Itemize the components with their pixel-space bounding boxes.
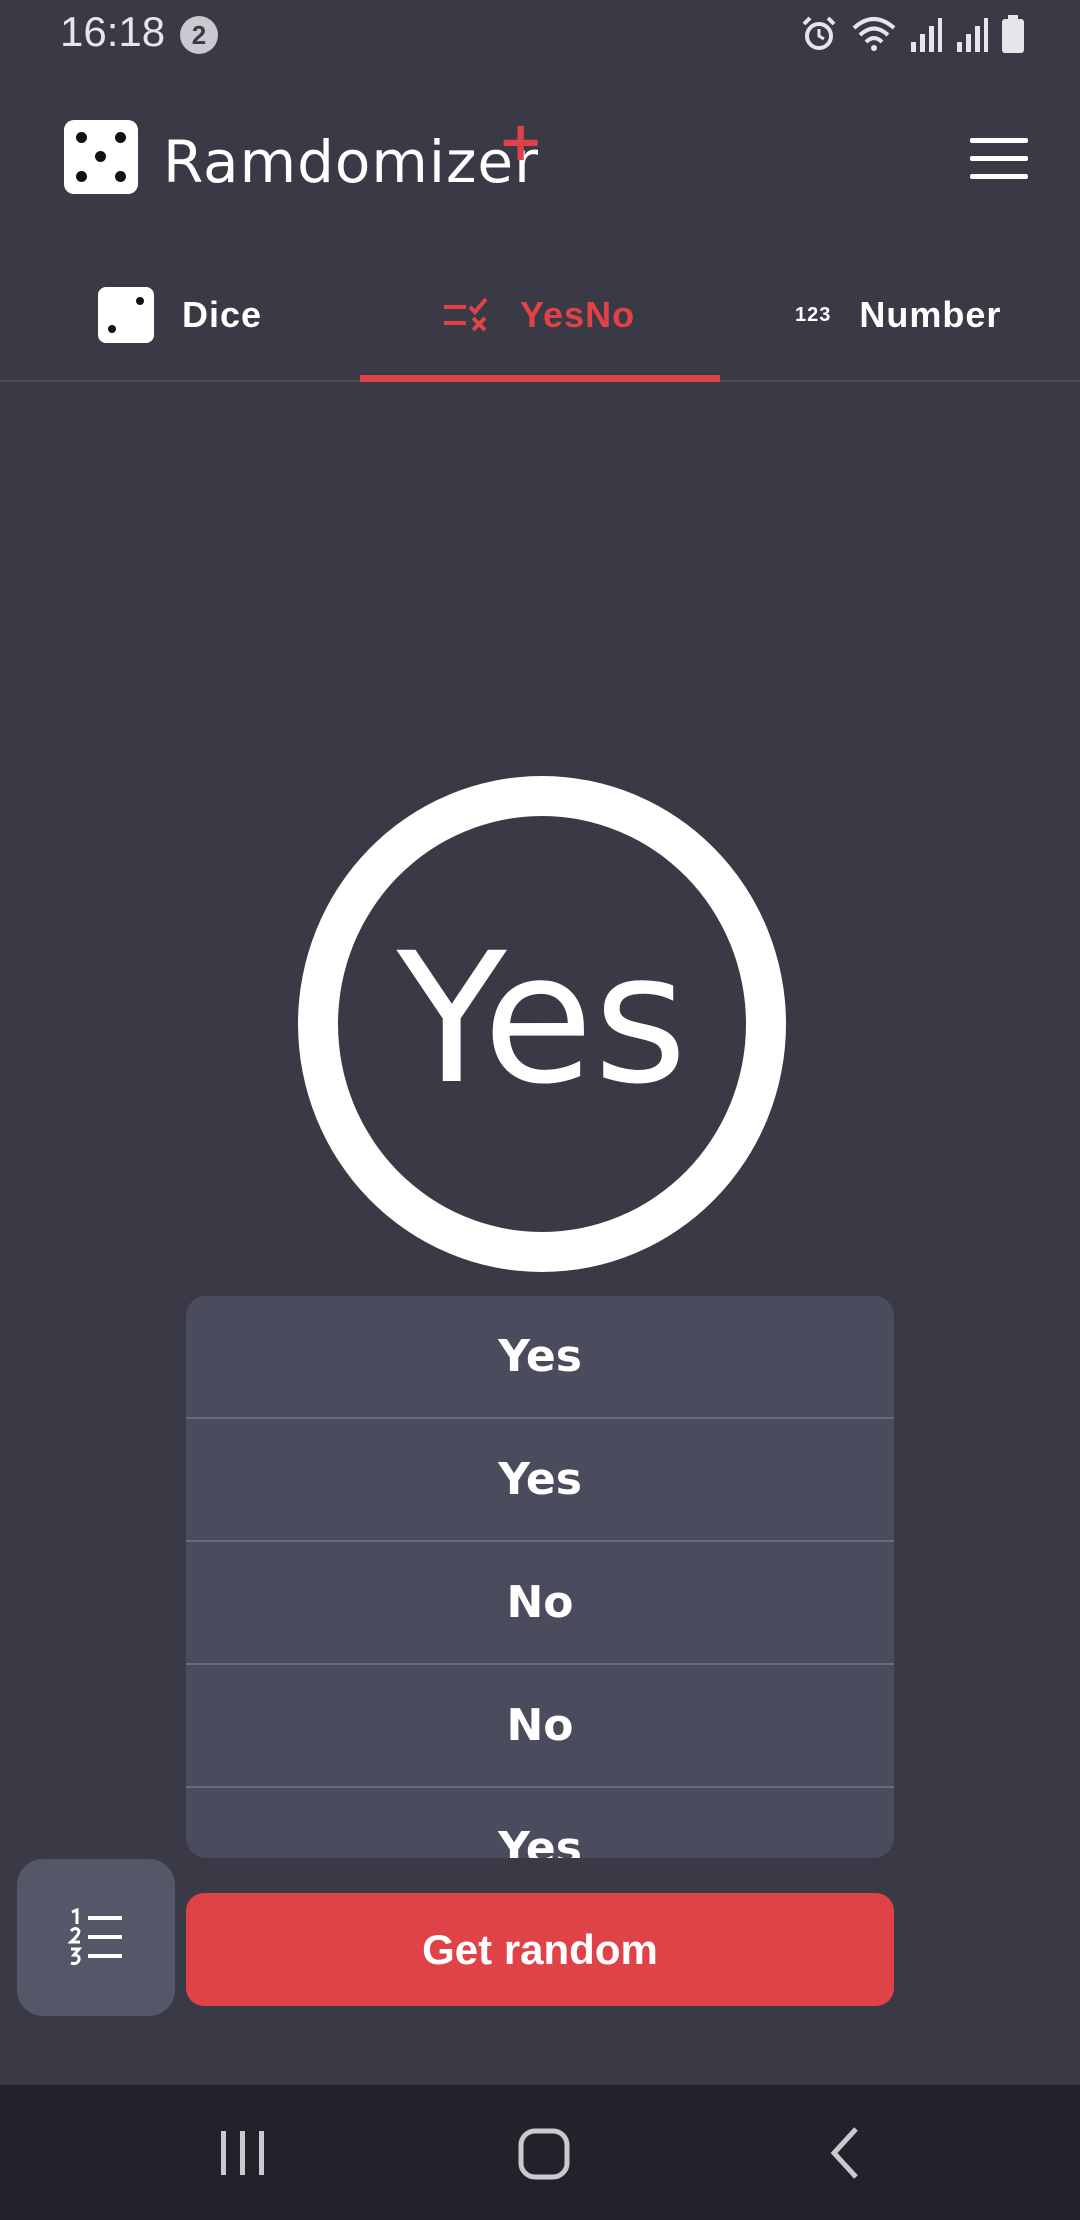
tab-dice[interactable]: Dice — [98, 250, 262, 380]
tab-yesno[interactable]: YesNo — [442, 250, 635, 380]
signal-2-icon — [957, 18, 988, 52]
result-value: Yes — [396, 915, 688, 1124]
list-item: No — [186, 1542, 894, 1665]
app-logo-dice-icon — [64, 120, 138, 194]
back-icon[interactable] — [826, 2123, 866, 2183]
tab-bar: Dice YesNo 123 Number — [0, 250, 1080, 382]
hamburger-menu-icon — [970, 138, 1028, 143]
dice-icon — [98, 287, 154, 343]
list-item: Yes — [186, 1788, 894, 1858]
battery-icon — [1002, 15, 1024, 53]
tab-number-label: Number — [859, 294, 1002, 335]
tab-dice-label: Dice — [182, 294, 263, 335]
signal-1-icon — [911, 18, 942, 52]
status-icons — [799, 14, 1025, 54]
number-123-icon: 123 — [795, 303, 832, 326]
wifi-icon — [852, 17, 896, 51]
notification-count-badge: 2 — [180, 16, 218, 54]
app-title: Ramdomizer — [163, 128, 539, 196]
app-header: Ramdomizer + — [0, 100, 1080, 220]
list-item: No — [186, 1665, 894, 1788]
home-icon[interactable] — [515, 2123, 575, 2183]
numbered-list-icon — [68, 1907, 122, 1965]
list-item: Yes — [186, 1419, 894, 1542]
history-list[interactable]: Yes Yes No No Yes — [186, 1296, 894, 1858]
status-time: 16:18 — [60, 8, 166, 55]
alarm-icon — [802, 16, 836, 50]
list-item: Yes — [186, 1296, 894, 1419]
status-bar: 16:18 2 — [0, 0, 1080, 70]
yesno-icon — [442, 295, 492, 335]
get-random-button[interactable]: Get random — [186, 1893, 894, 2006]
tab-yesno-label: YesNo — [520, 294, 636, 335]
menu-button[interactable] — [970, 138, 1028, 180]
app-title-plus: + — [498, 110, 544, 173]
tab-number[interactable]: 123 Number — [795, 250, 1001, 380]
history-list-button[interactable] — [17, 1859, 175, 2016]
selected-tab-indicator — [360, 375, 720, 382]
result-circle: Yes — [298, 776, 786, 1272]
system-nav-bar — [0, 2085, 1080, 2220]
recent-apps-icon[interactable] — [218, 2123, 268, 2183]
